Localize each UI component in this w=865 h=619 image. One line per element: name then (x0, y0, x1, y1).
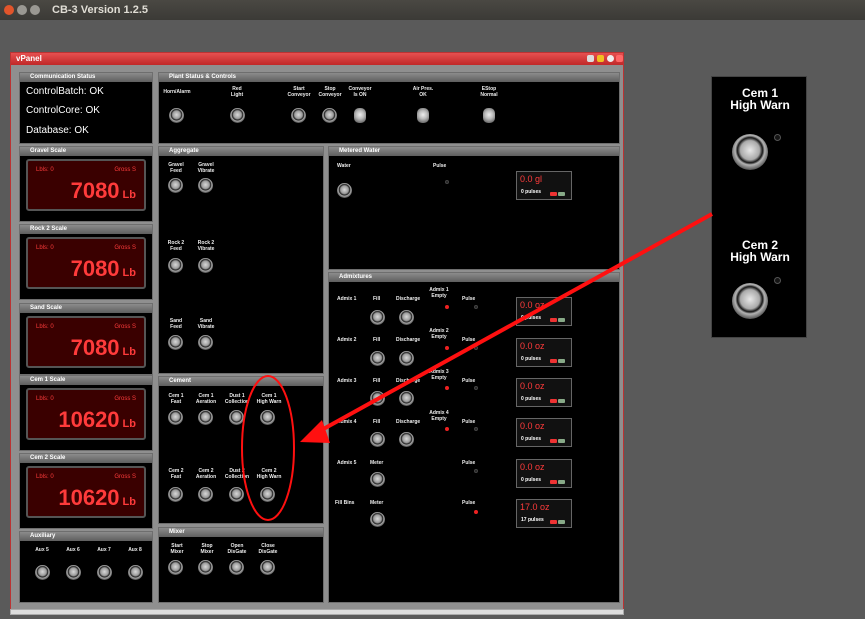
annotation-overlay (241, 212, 713, 521)
highlight-ellipse (241, 375, 295, 521)
arrow-head (300, 420, 330, 443)
arrow-line (317, 212, 713, 434)
